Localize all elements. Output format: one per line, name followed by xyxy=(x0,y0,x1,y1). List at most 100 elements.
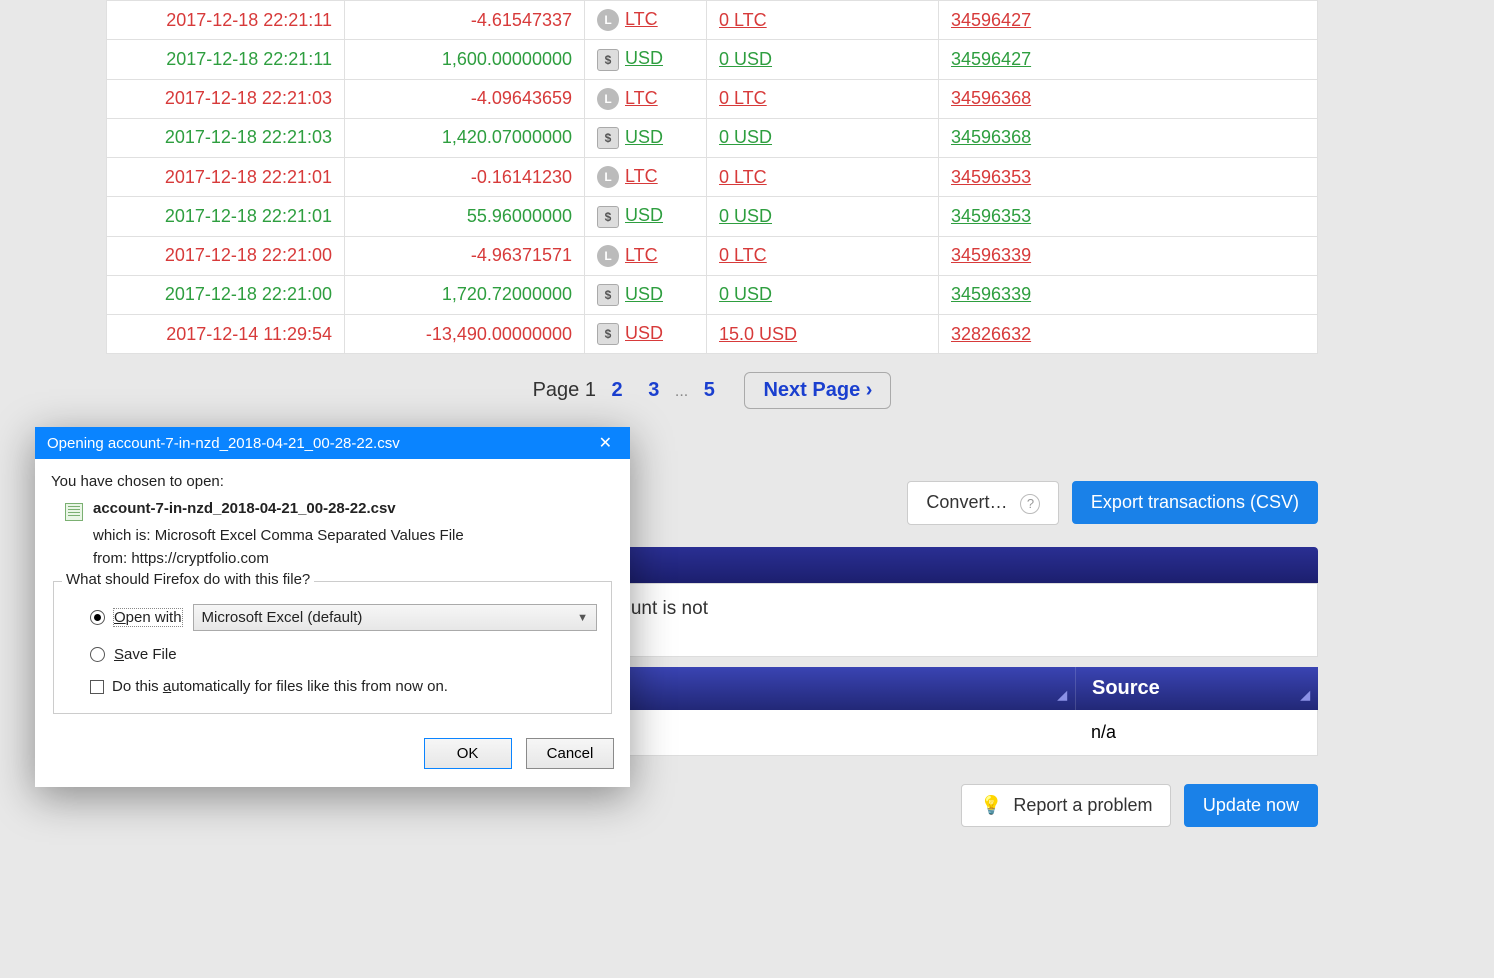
cell-amount: 1,600.00000000 xyxy=(345,40,585,79)
cell-amount: 55.96000000 xyxy=(345,197,585,236)
cell-currency: L LTC xyxy=(585,158,707,197)
currency-icon: L xyxy=(597,9,619,31)
open-with-radio[interactable]: Open with Microsoft Excel (default) ▼ xyxy=(90,604,597,631)
cell-reference: 34596427 xyxy=(939,40,1318,79)
cell-reference: 34596427 xyxy=(939,1,1318,40)
chevron-down-icon: ▼ xyxy=(577,612,588,624)
currency-link[interactable]: LTC xyxy=(625,245,658,265)
currency-link[interactable]: USD xyxy=(625,127,663,147)
reference-link[interactable]: 34596353 xyxy=(951,167,1031,187)
table-row: 2017-12-18 22:21:031,420.07000000$USD 0 U… xyxy=(107,118,1318,157)
currency-icon: L xyxy=(597,245,619,267)
dialog-titlebar[interactable]: Opening account-7-in-nzd_2018-04-21_00-2… xyxy=(35,427,630,459)
reference-link[interactable]: 34596353 xyxy=(951,206,1031,226)
transactions-table: 2017-12-18 22:21:11-4.61547337LLTC0 LTC3… xyxy=(106,0,1318,354)
cell-amount: -4.09643659 xyxy=(345,79,585,118)
help-icon[interactable]: ? xyxy=(1020,494,1040,514)
currency-link[interactable]: LTC xyxy=(625,88,658,108)
cell-currency: $ USD xyxy=(585,315,707,354)
currency-link[interactable]: USD xyxy=(625,205,663,225)
table-row: 2017-12-18 22:21:11-4.61547337LLTC0 LTC3… xyxy=(107,1,1318,40)
table-row: 2017-12-18 22:21:111,600.00000000$USD0 U… xyxy=(107,40,1318,79)
dialog-title: Opening account-7-in-nzd_2018-04-21_00-2… xyxy=(47,435,400,452)
balance-link[interactable]: 0 LTC xyxy=(719,10,767,30)
cell-reference: 34596368 xyxy=(939,118,1318,157)
cell-balance: 0 USD xyxy=(707,275,939,314)
cell-amount: 1,720.72000000 xyxy=(345,275,585,314)
cell-reference: 34596353 xyxy=(939,158,1318,197)
balance-link[interactable]: 0 LTC xyxy=(719,167,767,187)
convert-button[interactable]: Convert… ? xyxy=(907,481,1059,525)
convert-label: Convert… xyxy=(926,492,1007,512)
currency-link[interactable]: USD xyxy=(625,323,663,343)
cell-date: 2017-12-18 22:21:03 xyxy=(107,118,345,157)
cancel-button[interactable]: Cancel xyxy=(526,738,614,769)
cell-balance: 15.0 USD xyxy=(707,315,939,354)
currency-icon: L xyxy=(597,166,619,188)
reference-link[interactable]: 34596427 xyxy=(951,10,1031,30)
report-problem-button[interactable]: 💡 Report a problem xyxy=(961,784,1172,827)
table-row: 2017-12-18 22:21:001,720.72000000$USD 0 U… xyxy=(107,275,1318,314)
next-page-button[interactable]: Next Page › xyxy=(744,372,891,409)
table-row: 2017-12-18 22:21:01-0.16141230LLTC0 LTC3… xyxy=(107,158,1318,197)
page-link-2[interactable]: 2 xyxy=(612,379,623,402)
bulb-icon: 💡 xyxy=(980,795,1002,815)
balance-link[interactable]: 0 LTC xyxy=(719,245,767,265)
balance-link[interactable]: 0 USD xyxy=(719,49,772,69)
dialog-options-fieldset: What should Firefox do with this file? O… xyxy=(53,581,612,714)
page-ellipsis: ... xyxy=(675,383,688,400)
cell-balance: 0 USD xyxy=(707,197,939,236)
cell-currency: L LTC xyxy=(585,79,707,118)
balance-link[interactable]: 0 USD xyxy=(719,127,772,147)
balance-link[interactable]: 15.0 USD xyxy=(719,324,797,344)
cell-currency: $USD xyxy=(585,40,707,79)
cell-reference: 32826632 xyxy=(939,315,1318,354)
save-file-label: Save File xyxy=(113,645,178,664)
reference-link[interactable]: 34596339 xyxy=(951,284,1031,304)
dialog-filename: account-7-in-nzd_2018-04-21_00-28-22.csv xyxy=(93,500,396,517)
cell-date: 2017-12-18 22:21:00 xyxy=(107,275,345,314)
reference-link[interactable]: 34596368 xyxy=(951,88,1031,108)
save-file-radio[interactable]: Save File xyxy=(90,645,597,664)
currency-link[interactable]: USD xyxy=(625,284,663,304)
auto-label: Do this automatically for files like thi… xyxy=(112,678,448,695)
reference-link[interactable]: 32826632 xyxy=(951,324,1031,344)
export-csv-button[interactable]: Export transactions (CSV) xyxy=(1072,481,1318,524)
cell-date: 2017-12-18 22:21:01 xyxy=(107,158,345,197)
open-with-select[interactable]: Microsoft Excel (default) ▼ xyxy=(193,604,597,631)
page-link-5[interactable]: 5 xyxy=(704,379,715,402)
cell-balance: 0 LTC xyxy=(707,79,939,118)
ok-button[interactable]: OK xyxy=(424,738,512,769)
reference-link[interactable]: 34596339 xyxy=(951,245,1031,265)
balance-link[interactable]: 0 USD xyxy=(719,206,772,226)
reference-link[interactable]: 34596368 xyxy=(951,127,1031,147)
balance-link[interactable]: 0 LTC xyxy=(719,88,767,108)
cell-balance: 0 LTC xyxy=(707,1,939,40)
col-source[interactable]: Source◢ xyxy=(1076,667,1318,710)
currency-icon: $ xyxy=(597,323,619,345)
auto-checkbox[interactable]: Do this automatically for files like thi… xyxy=(90,678,597,695)
reference-link[interactable]: 34596427 xyxy=(951,49,1031,69)
update-now-button[interactable]: Update now xyxy=(1184,784,1318,827)
cell-reference: 34596339 xyxy=(939,236,1318,275)
close-icon[interactable]: ✕ xyxy=(593,433,618,453)
table-row: 2017-12-14 11:29:54-13,490.00000000$USD1… xyxy=(107,315,1318,354)
cell-reference: 34596353 xyxy=(939,197,1318,236)
report-label: Report a problem xyxy=(1013,795,1152,815)
currency-icon: $ xyxy=(597,206,619,228)
currency-link[interactable]: LTC xyxy=(625,166,658,186)
cell-currency: $USD xyxy=(585,118,707,157)
currency-link[interactable]: USD xyxy=(625,48,663,68)
currency-icon: L xyxy=(597,88,619,110)
currency-link[interactable]: LTC xyxy=(625,9,658,29)
cell-currency: $USD xyxy=(585,275,707,314)
cell-date: 2017-12-18 22:21:01 xyxy=(107,197,345,236)
cell-amount: 1,420.07000000 xyxy=(345,118,585,157)
cell-balance: 0 LTC xyxy=(707,158,939,197)
cell-balance: 0 LTC xyxy=(707,236,939,275)
radio-icon xyxy=(90,647,105,662)
footer-actions: 💡 Report a problem Update now xyxy=(106,784,1318,827)
table-row: 2017-12-18 22:21:00-4.96371571LLTC0 LTC3… xyxy=(107,236,1318,275)
page-link-3[interactable]: 3 xyxy=(648,379,659,402)
balance-link[interactable]: 0 USD xyxy=(719,284,772,304)
